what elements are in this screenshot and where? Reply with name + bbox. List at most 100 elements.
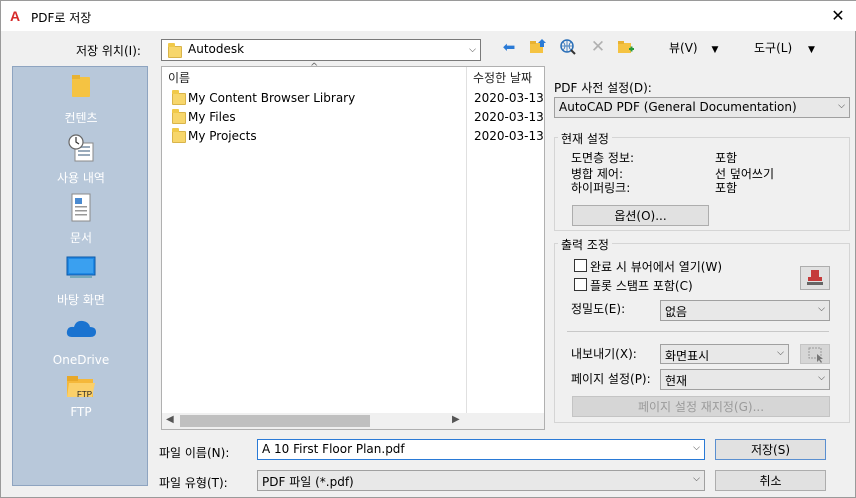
item-date: 2020-03-13 [474,129,544,143]
select-window-icon [808,347,823,363]
filename-input[interactable]: A 10 First Floor Plan.pdf ⌵ [257,439,705,460]
divider [567,331,829,332]
column-header-date[interactable]: 수정한 날짜 [473,69,532,86]
options-button[interactable]: 옵션(O)... [572,205,709,226]
chevron-down-icon: ⌵ [469,45,476,55]
hyperlink-label: 하이퍼링크: [571,181,631,195]
pdf-preset-select[interactable]: AutoCAD PDF (General Documentation) ⌵ [554,97,850,118]
close-icon[interactable]: ✕ [827,5,849,27]
sidebar-item-label: 문서 [69,231,93,245]
export-label: 내보내기(X): [571,347,637,361]
sort-ascending-icon: ^ [310,62,319,73]
column-header-name[interactable]: 이름 [168,69,190,86]
export-select[interactable]: 화면표시 ⌵ [660,344,789,364]
chevron-down-icon: ⌵ [818,373,825,383]
sidebar-item-desktop[interactable]: 바탕 화면 [13,255,149,308]
page-setup-override-button[interactable]: 페이지 설정 재지정(G)... [572,396,830,417]
file-list[interactable]: 이름 ^ 수정한 날짜 My Content Browser Library 2… [161,62,545,430]
back-icon[interactable]: ⬅ [500,38,518,56]
quality-label: 정밀도(E): [571,302,626,316]
item-date: 2020-03-13 [474,110,544,124]
location-value: Autodesk [188,42,245,56]
filetype-label: 파일 유형(T): [159,476,228,490]
chevron-down-icon: ⌵ [693,443,700,453]
sidebar-item-ftp[interactable]: FTP FTP [13,373,149,419]
location-combo[interactable]: Autodesk ⌵ [161,39,481,61]
open-viewer-label: 완료 시 뷰어에서 열기(W) [590,260,723,274]
plot-stamp-settings-button[interactable] [800,266,830,290]
caret-down-icon: ▼ [711,45,719,55]
item-name: My Files [188,110,236,124]
document-icon [69,193,93,223]
page-setup-label: 페이지 설정(P): [571,372,651,386]
current-settings-title: 현재 설정 [558,130,612,147]
history-icon [67,133,95,163]
window-title: PDF로 저장 [31,11,92,25]
quality-value: 없음 [665,305,688,319]
scroll-right-icon[interactable]: ▶ [452,414,460,425]
folder-icon [69,73,93,99]
cloud-icon [64,317,98,341]
title-bar: A PDF로 저장 ✕ [1,1,856,31]
export-value: 화면표시 [665,349,710,363]
pdf-preset-label: PDF 사전 설정(D): [554,81,652,95]
sidebar-item-label: 컨텐츠 [64,111,98,125]
save-as-pdf-dialog: A PDF로 저장 ✕ 저장 위치(I): Autodesk ⌵ ⬅ ✕ 뷰(V… [0,0,856,498]
cancel-button[interactable]: 취소 [715,470,826,491]
plot-stamp-label: 플롯 스탬프 포함(C) [590,279,693,293]
layer-info-value: 포함 [715,151,738,165]
page-setup-value: 현재 [665,374,688,388]
sidebar-item-documents[interactable]: 문서 [13,193,149,246]
delete-icon[interactable]: ✕ [589,38,607,56]
select-window-button[interactable] [800,344,830,364]
tools-menu[interactable]: 도구(L) ▼ [754,39,815,56]
folder-icon [168,43,182,58]
chevron-down-icon: ⌵ [818,304,825,314]
chevron-down-icon: ⌵ [693,474,700,484]
sidebar-item-onedrive[interactable]: OneDrive [13,317,149,367]
scroll-left-icon[interactable]: ◀ [166,414,174,425]
page-setup-select[interactable]: 현재 ⌵ [660,369,830,390]
sidebar-item-label: 바탕 화면 [57,293,105,307]
item-date: 2020-03-13 [474,91,544,105]
horizontal-scrollbar[interactable]: ◀ ▶ [162,413,544,429]
places-sidebar: 컨텐츠 사용 내역 문서 바탕 화면 OneDrive FTP FTP [12,66,148,486]
quality-select[interactable]: 없음 ⌵ [660,300,830,321]
up-folder-icon[interactable] [529,38,547,56]
location-label: 저장 위치(I): [76,44,141,58]
filetype-select[interactable]: PDF 파일 (*.pdf) ⌵ [257,470,705,491]
sidebar-item-contents[interactable]: 컨텐츠 [13,73,149,126]
scrollbar-thumb[interactable] [180,415,370,427]
tools-menu-label: 도구(L) [754,41,793,55]
chevron-down-icon: ⌵ [838,101,845,111]
ftp-folder-icon: FTP [65,373,97,403]
chevron-down-icon: ⌵ [777,348,784,358]
folder-icon [172,128,186,143]
sidebar-item-label: OneDrive [52,353,110,367]
view-menu[interactable]: 뷰(V) ▼ [669,39,718,56]
folder-icon [172,90,186,105]
new-folder-icon[interactable] [617,38,635,56]
filename-value: A 10 First Floor Plan.pdf [262,442,405,456]
sidebar-item-history[interactable]: 사용 내역 [13,133,149,186]
plot-stamp-checkbox[interactable] [574,278,587,291]
ftp-badge: FTP [77,390,93,399]
caret-down-icon: ▼ [807,45,815,55]
list-item[interactable]: My Content Browser Library 2020-03-13 [170,89,544,108]
search-web-icon[interactable] [559,38,577,56]
hyperlink-value: 포함 [715,181,738,195]
list-item[interactable]: My Files 2020-03-13 [170,108,544,127]
folder-icon [172,109,186,124]
desktop-icon [66,255,96,281]
pdf-preset-value: AutoCAD PDF (General Documentation) [559,100,797,114]
item-name: My Projects [188,129,257,143]
filetype-value: PDF 파일 (*.pdf) [262,475,354,489]
view-menu-label: 뷰(V) [669,41,698,55]
autocad-logo-icon: A [10,8,21,24]
output-controls-title: 출력 조정 [558,236,612,253]
item-name: My Content Browser Library [188,91,356,105]
save-button[interactable]: 저장(S) [715,439,826,460]
sidebar-item-label: FTP [70,405,92,419]
list-item[interactable]: My Projects 2020-03-13 [170,127,544,146]
open-viewer-checkbox[interactable] [574,259,587,272]
